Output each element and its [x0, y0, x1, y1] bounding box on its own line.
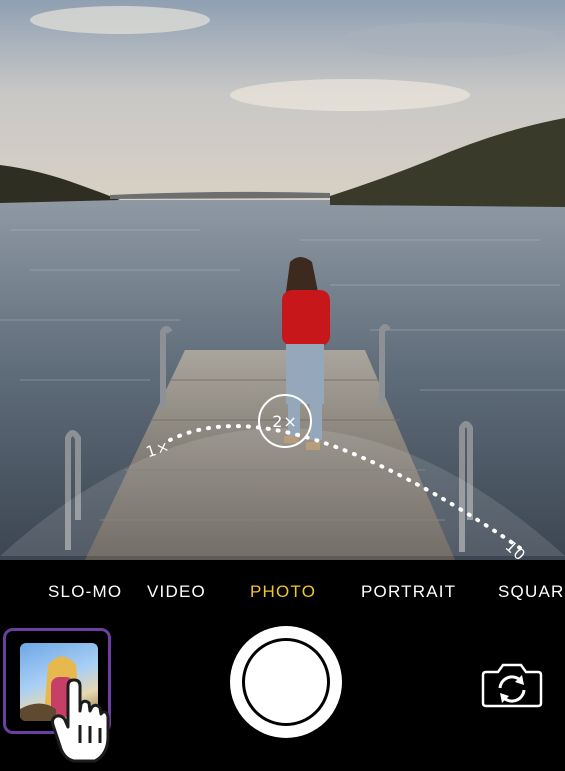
mode-selector[interactable]: SLO-MO VIDEO PHOTO PORTRAIT SQUARE — [0, 582, 565, 606]
shutter-button[interactable] — [230, 626, 342, 738]
zoom-level-indicator[interactable]: 2× — [258, 394, 312, 448]
camera-flip-icon[interactable] — [480, 660, 544, 708]
viewfinder[interactable]: 1× 10 2× — [0, 0, 565, 560]
zoom-dial[interactable] — [0, 0, 565, 560]
mode-portrait[interactable]: PORTRAIT — [361, 582, 456, 602]
mode-photo[interactable]: PHOTO — [250, 582, 316, 602]
mode-slo-mo[interactable]: SLO-MO — [48, 582, 122, 602]
mode-square[interactable]: SQUARE — [498, 582, 565, 602]
camera-flip-icon-graphic — [481, 663, 543, 708]
shutter-inner-ring — [242, 638, 330, 726]
hand-pointer-cursor-icon — [50, 676, 112, 766]
mode-video[interactable]: VIDEO — [147, 582, 206, 602]
